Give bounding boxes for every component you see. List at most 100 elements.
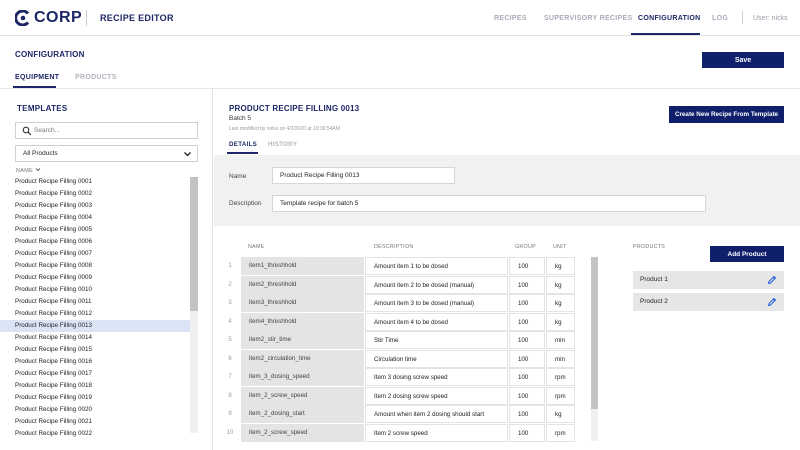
param-description-cell[interactable]: Stir Time <box>365 331 508 349</box>
param-name-cell[interactable]: item_2_screw_speed <box>241 423 364 442</box>
template-list-item[interactable]: Product Recipe Filling 0014 <box>0 332 190 344</box>
save-button[interactable]: Save <box>702 52 784 68</box>
param-description-cell[interactable]: Circulation time <box>365 349 508 368</box>
param-description-cell[interactable]: Amount when item 2 dosing should start <box>365 405 508 423</box>
template-list-item[interactable]: Product Recipe Filling 0005 <box>0 224 190 236</box>
template-list-item[interactable]: Product Recipe Filling 0006 <box>0 236 190 248</box>
param-unit-cell[interactable]: kg <box>546 275 575 294</box>
param-group-cell[interactable]: 100 <box>509 312 545 331</box>
product-item[interactable]: Product 2 <box>633 293 784 311</box>
table-row[interactable]: 7 item_3_dosing_speed Item 3 dosing screw … <box>222 368 591 386</box>
param-unit-cell[interactable]: rpm <box>546 386 575 405</box>
template-list-item[interactable]: Product Recipe Filling 0018 <box>0 380 190 392</box>
search-input[interactable]: Search... <box>15 122 198 139</box>
product-filter-select[interactable]: All Products <box>15 145 198 162</box>
create-recipe-button[interactable]: Create New Recipe From Template <box>669 106 784 123</box>
row-number: 10 <box>226 429 234 436</box>
param-group-cell[interactable]: 100 <box>509 405 545 423</box>
param-description-cell[interactable]: Amount item 4 to be dosed <box>365 312 508 331</box>
param-unit-cell[interactable]: min <box>546 331 575 349</box>
add-product-button[interactable]: Add Product <box>710 246 784 262</box>
template-list-item[interactable]: Product Recipe Filling 0022 <box>0 428 190 440</box>
template-list-item[interactable]: Product Recipe Filling 0007 <box>0 248 190 260</box>
param-description-cell[interactable]: Amount item 2 to be dosed (manual) <box>365 275 508 294</box>
param-group-cell[interactable]: 100 <box>509 368 545 386</box>
template-list-item[interactable]: Product Recipe Filling 0011 <box>0 296 190 308</box>
param-name-cell[interactable]: item2_stir_time <box>241 331 364 349</box>
param-name-cell[interactable]: item2_threshhold <box>241 275 364 294</box>
template-list-item[interactable]: Product Recipe Filling 0021 <box>0 416 190 428</box>
param-group-cell[interactable]: 100 <box>509 349 545 368</box>
param-unit-cell[interactable]: min <box>546 349 575 368</box>
param-name-cell[interactable]: item3_threshhold <box>241 294 364 312</box>
row-number: 3 <box>228 300 232 306</box>
param-name-cell[interactable]: item2_circulation_time <box>241 349 364 368</box>
template-list-item[interactable]: Product Recipe Filling 0004 <box>0 212 190 224</box>
description-field[interactable]: Template recipe for batch 5 <box>272 195 706 212</box>
template-list-item[interactable]: Product Recipe Filling 0013 <box>0 320 190 332</box>
table-row[interactable]: 6 item2_circulation_time Circulation time 1… <box>222 349 591 368</box>
tab-history[interactable]: HISTORY <box>268 141 297 148</box>
template-list-item[interactable]: Product Recipe Filling 0009 <box>0 272 190 284</box>
template-list-item[interactable]: Product Recipe Filling 0017 <box>0 368 190 380</box>
pencil-icon[interactable] <box>767 297 777 307</box>
template-list-item[interactable]: Product Recipe Filling 0001 <box>0 176 190 188</box>
nav-log[interactable]: LOG <box>712 0 728 36</box>
table-row[interactable]: 5 item2_stir_time Stir Time 100 min <box>222 331 591 349</box>
param-unit-cell[interactable]: kg <box>546 312 575 331</box>
param-unit-cell[interactable]: rpm <box>546 368 575 386</box>
param-name-cell[interactable]: item_2_dosing_start <box>241 405 364 423</box>
param-group-cell[interactable]: 100 <box>509 331 545 349</box>
template-list-item[interactable]: Product Recipe Filling 0008 <box>0 260 190 272</box>
logo[interactable]: CORP <box>15 9 82 27</box>
param-group-cell[interactable]: 100 <box>509 257 545 275</box>
table-row[interactable]: 3 item3_threshhold Amount item 3 to be dos… <box>222 294 591 312</box>
param-name-cell[interactable]: item_2_screw_speed <box>241 386 364 405</box>
param-description-cell[interactable]: Item 2 dosing screw speed <box>365 386 508 405</box>
param-description-cell[interactable]: Item 2 screw speed <box>365 423 508 442</box>
table-scrollbar-thumb[interactable] <box>591 257 598 409</box>
nav-configuration[interactable]: CONFIGURATION <box>638 0 701 36</box>
templates-scrollbar-thumb[interactable] <box>190 177 198 311</box>
tab-products[interactable]: PRODUCTS <box>75 74 117 81</box>
param-description-cell[interactable]: Amount item 3 to be dosed (manual) <box>365 294 508 312</box>
nav-supervisory-recipes[interactable]: SUPERVISORY RECIPES <box>544 0 632 36</box>
table-row[interactable]: 10 item_2_screw_speed Item 2 screw speed 10… <box>222 423 591 442</box>
table-row[interactable]: 1 item1_threshhold Amount item 1 to be dos… <box>222 257 591 275</box>
product-item[interactable]: Product 1 <box>633 271 784 289</box>
param-description-cell[interactable]: Item 3 dosing screw speed <box>365 368 508 386</box>
template-list-item[interactable]: Product Recipe Filling 0020 <box>0 404 190 416</box>
row-number: 2 <box>228 281 232 288</box>
param-name-cell[interactable]: item4_threshhold <box>241 312 364 331</box>
template-list-item[interactable]: Product Recipe Filling 0012 <box>0 308 190 320</box>
user-divider <box>742 11 743 24</box>
param-unit-cell[interactable]: rpm <box>546 423 575 442</box>
template-list-item[interactable]: Product Recipe Filling 0010 <box>0 284 190 296</box>
template-list-item[interactable]: Product Recipe Filling 0019 <box>0 392 190 404</box>
name-column-header[interactable]: NAME <box>16 167 41 174</box>
template-list-item[interactable]: Product Recipe Filling 0003 <box>0 200 190 212</box>
tab-details[interactable]: DETAILS <box>229 141 257 148</box>
table-row[interactable]: 2 item2_threshhold Amount item 2 to be dos… <box>222 275 591 294</box>
nav-recipes[interactable]: RECIPES <box>494 0 527 36</box>
table-row[interactable]: 4 item4_threshhold Amount item 4 to be dos… <box>222 312 591 331</box>
param-description-cell[interactable]: Amount item 1 to be dosed <box>365 257 508 275</box>
param-unit-cell[interactable]: kg <box>546 405 575 423</box>
name-field[interactable]: Product Recipe Filling 0013 <box>272 167 455 184</box>
param-group-cell[interactable]: 100 <box>509 386 545 405</box>
table-row[interactable]: 9 item_2_dosing_start Amount when item 2 d… <box>222 405 591 423</box>
param-name-cell[interactable]: item1_threshhold <box>241 257 364 275</box>
table-row[interactable]: 8 item_2_screw_speed Item 2 dosing screw s… <box>222 386 591 405</box>
param-group-cell[interactable]: 100 <box>509 294 545 312</box>
template-list-item[interactable]: Product Recipe Filling 0015 <box>0 344 190 356</box>
param-unit-cell[interactable]: kg <box>546 294 575 312</box>
template-list-item[interactable]: Product Recipe Filling 0002 <box>0 188 190 200</box>
user-label[interactable]: User: nicks <box>753 15 788 22</box>
template-list-item[interactable]: Product Recipe Filling 0016 <box>0 356 190 368</box>
param-unit-cell[interactable]: kg <box>546 257 575 275</box>
param-group-cell[interactable]: 100 <box>509 275 545 294</box>
tab-equipment[interactable]: EQUIPMENT <box>15 74 59 81</box>
pencil-icon[interactable] <box>767 275 777 285</box>
param-group-cell[interactable]: 100 <box>509 423 545 442</box>
param-name-cell[interactable]: item_3_dosing_speed <box>241 368 364 386</box>
